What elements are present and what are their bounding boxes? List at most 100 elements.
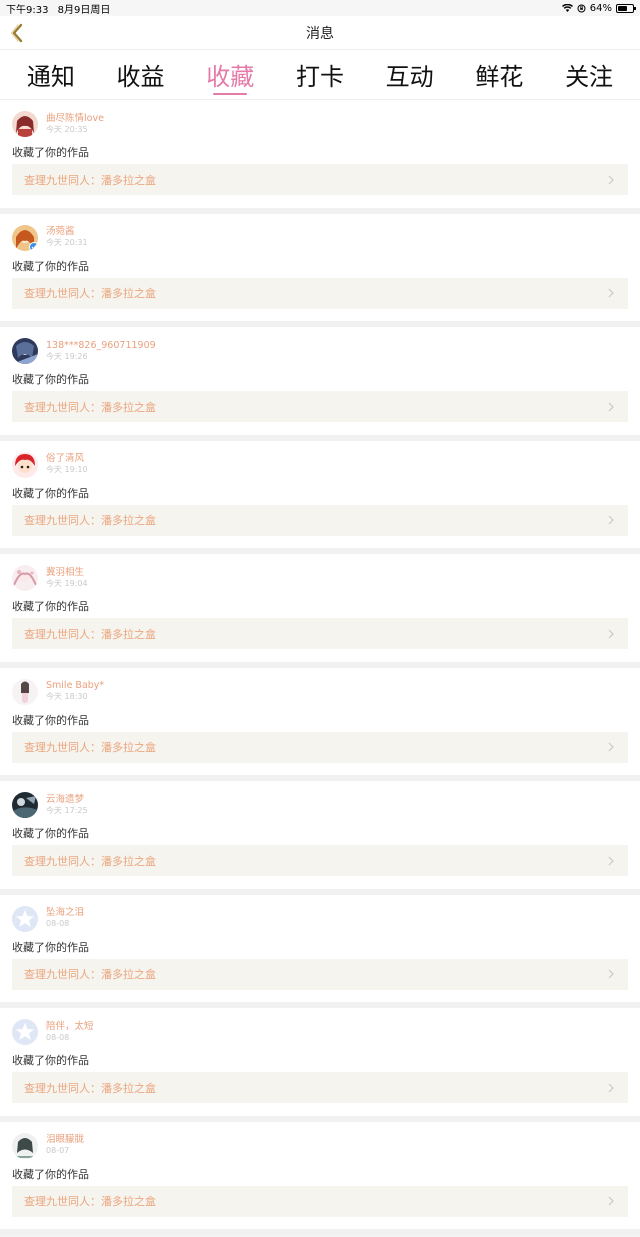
work-title: 查理九世同人：潘多拉之盒	[24, 1195, 156, 1208]
message-time: 今天 20:31	[46, 238, 88, 248]
work-title: 查理九世同人：潘多拉之盒	[24, 741, 156, 754]
message-time: 今天 20:35	[46, 124, 88, 134]
status-right: 64%	[561, 3, 636, 14]
action-text: 收藏了你的作品	[12, 1054, 89, 1067]
status-time: 下午9:33	[6, 4, 49, 16]
avatar[interactable]	[12, 1132, 38, 1159]
tab-5[interactable]: 鲜花	[475, 50, 523, 100]
page-title: 消息	[306, 25, 334, 42]
work-link[interactable]: 查理九世同人：潘多拉之盒	[12, 845, 628, 876]
user-name[interactable]: 泪眼朦胧	[46, 1135, 84, 1145]
tab-3[interactable]: 打卡	[296, 50, 344, 100]
user-meta: 陪伴，太短 08-08	[46, 1021, 94, 1042]
chevron-right-icon	[606, 1196, 616, 1206]
avatar[interactable]	[12, 565, 38, 591]
chevron-right-icon	[606, 175, 616, 185]
chevron-right-icon	[606, 742, 616, 752]
message-list: 曲尽陈情love 今天 20:35 收藏了你的作品 查理九世同人：潘多拉之盒 汤菀酱 今天…	[0, 100, 640, 1235]
message-time: 08-08	[46, 919, 70, 929]
card-header: Smile Baby* 今天 18:30	[12, 678, 628, 706]
tab-6[interactable]: 关注	[565, 50, 613, 100]
card-header: 坠海之泪 08-08	[12, 905, 628, 933]
message-card: 汤菀酱 今天 20:31 收藏了你的作品查理九世同人：潘多拉之盒	[0, 213, 640, 327]
work-link[interactable]: 查理九世同人：潘多拉之盒	[12, 164, 628, 195]
action-text: 收藏了你的作品	[12, 713, 89, 727]
work-title: 查理九世同人：潘多拉之盒	[24, 854, 156, 868]
tab-1[interactable]: 收益	[117, 50, 165, 100]
back-button[interactable]	[6, 22, 28, 44]
tab-4[interactable]: 互动	[386, 50, 434, 100]
status-bar: 下午9:33 8月9日周日 64%	[0, 0, 640, 16]
user-meta: 俗了清风 今天 19:10	[46, 454, 88, 474]
chevron-right-icon	[606, 1083, 616, 1093]
work-link[interactable]: 查理九世同人：潘多拉之盒	[12, 504, 628, 536]
chevron-right-icon	[606, 515, 616, 525]
avatar[interactable]	[12, 451, 38, 478]
tab-0[interactable]: 通知	[27, 50, 75, 100]
action-text: 收藏了你的作品	[12, 259, 89, 273]
work-link[interactable]: 查理九世同人：潘多拉之盒	[12, 731, 628, 763]
message-card: 陪伴，太短 08-08 收藏了你的作品查理九世同人：潘多拉之盒	[0, 1008, 640, 1122]
avatar[interactable]	[12, 678, 38, 705]
card-header: 云海遗梦 今天 17:25	[12, 791, 628, 819]
user-meta: Smile Baby* 今天 18:30	[46, 681, 104, 701]
message-card: 云海遗梦 今天 17:25 收藏了你的作品 查理九世同人：潘多拉之盒	[0, 781, 640, 895]
avatar[interactable]	[12, 1019, 38, 1045]
work-title: 查理九世同人：潘多拉之盒	[24, 400, 156, 414]
chevron-right-icon	[606, 402, 616, 412]
work-link[interactable]: 查理九世同人：潘多拉之盒	[12, 618, 628, 649]
chevron-right-icon	[606, 856, 616, 866]
message-card: Smile Baby* 今天 18:30 收藏了你的作品查理九世同人：潘多拉之盒	[0, 667, 640, 781]
user-name[interactable]: 汤菀酱	[46, 227, 88, 237]
user-meta: 泪眼朦胧 08-07	[46, 1135, 84, 1155]
card-header: 俗了清风 今天 19:10	[12, 451, 628, 479]
user-name[interactable]: 坠海之泪	[46, 908, 84, 918]
user-name[interactable]: 俗了清风	[46, 454, 88, 464]
work-link[interactable]: 查理九世同人：潘多拉之盒	[12, 391, 628, 422]
avatar[interactable]	[12, 338, 38, 364]
avatar[interactable]	[12, 224, 38, 251]
user-meta: 云海遗梦 今天 17:25	[46, 794, 88, 815]
verified-badge-icon	[29, 241, 38, 251]
chevron-left-icon	[11, 23, 23, 43]
work-link[interactable]: 查理九世同人：潘多拉之盒	[12, 958, 628, 990]
avatar[interactable]	[12, 905, 38, 932]
action-text: 收藏了你的作品	[12, 600, 89, 613]
user-name[interactable]: 曲尽陈情love	[46, 113, 104, 124]
work-title: 查理九世同人：潘多拉之盒	[24, 287, 156, 300]
card-header: 陪伴，太短 08-08	[12, 1018, 628, 1046]
status-date: 8月9日周日	[57, 4, 111, 16]
card-header: 冀羽相生 今天 19:04	[12, 564, 628, 592]
work-title: 查理九世同人：潘多拉之盒	[24, 627, 156, 641]
avatar[interactable]	[12, 111, 38, 137]
chevron-right-icon	[606, 629, 616, 639]
rotation-lock-icon	[577, 4, 586, 12]
action-text: 收藏了你的作品	[12, 940, 89, 954]
user-meta: 曲尽陈情love 今天 20:35	[46, 113, 104, 134]
user-meta: 汤菀酱 今天 20:31	[46, 227, 88, 247]
user-name[interactable]: 陪伴，太短	[46, 1021, 94, 1032]
work-title: 查理九世同人：潘多拉之盒	[24, 1081, 156, 1095]
message-card: 冀羽相生 今天 19:04 收藏了你的作品查理九世同人：潘多拉之盒	[0, 554, 640, 668]
status-left: 下午9:33 8月9日周日	[6, 1, 116, 16]
message-card: 泪眼朦胧 08-07 收藏了你的作品查理九世同人：潘多拉之盒	[0, 1121, 640, 1235]
user-name[interactable]: Smile Baby*	[46, 681, 104, 691]
work-link[interactable]: 查理九世同人：潘多拉之盒	[12, 1072, 628, 1103]
tab-2[interactable]: 收藏	[206, 50, 254, 100]
message-time: 今天 18:30	[46, 692, 88, 702]
user-name[interactable]: 138***826_960711909	[46, 340, 156, 351]
message-card: 坠海之泪 08-08 收藏了你的作品查理九世同人：潘多拉之盒	[0, 894, 640, 1008]
action-text: 收藏了你的作品	[12, 1167, 89, 1181]
work-title: 查理九世同人：潘多拉之盒	[24, 514, 156, 527]
work-link[interactable]: 查理九世同人：潘多拉之盒	[12, 1185, 628, 1217]
work-title: 查理九世同人：潘多拉之盒	[24, 173, 156, 187]
nav-bar: 消息	[0, 16, 640, 50]
work-title: 查理九世同人：潘多拉之盒	[24, 968, 156, 981]
user-name[interactable]: 冀羽相生	[46, 567, 88, 578]
battery-fill	[618, 5, 627, 11]
user-name[interactable]: 云海遗梦	[46, 794, 88, 805]
avatar[interactable]	[12, 792, 38, 818]
message-time: 今天 17:25	[46, 805, 88, 815]
card-header: 138***826_960711909 今天 19:26	[12, 337, 628, 365]
work-link[interactable]: 查理九世同人：潘多拉之盒	[12, 277, 628, 309]
